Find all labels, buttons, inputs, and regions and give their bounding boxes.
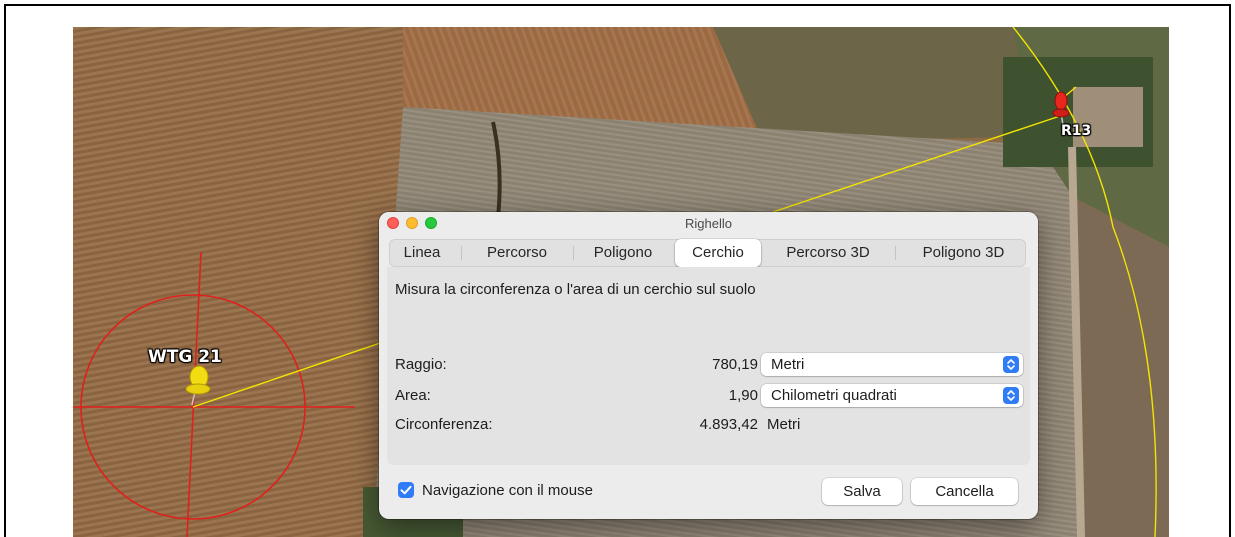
tab-poligono-3d[interactable]: Poligono 3D: [901, 239, 1026, 267]
tab-separator: [461, 246, 462, 260]
placemark-label-r13[interactable]: R13: [1061, 123, 1091, 139]
radius-value: 780,19: [712, 356, 758, 373]
tab-percorso[interactable]: Percorso: [467, 239, 567, 267]
tab-cerchio[interactable]: Cerchio: [675, 239, 761, 267]
area-value: 1,90: [728, 387, 758, 404]
placemark-label-wtg21[interactable]: WTG 21: [148, 347, 222, 367]
tab-percorso-3d[interactable]: Percorso 3D: [769, 239, 887, 267]
title-bar[interactable]: Righello: [379, 212, 1038, 234]
cancel-button[interactable]: Cancella: [911, 478, 1018, 505]
ruler-dialog: Righello Linea Percorso Poligono Cerchio…: [379, 212, 1038, 519]
area-unit-select[interactable]: Chilometri quadrati: [761, 384, 1023, 407]
circumference-unit: Metri: [767, 416, 801, 433]
circumference-value: 4.893,42: [699, 416, 758, 433]
radius-unit-select[interactable]: Metri: [761, 353, 1023, 376]
description-text: Misura la circonferenza o l'area di un c…: [395, 281, 756, 298]
window-title: Righello: [685, 216, 732, 231]
tab-bar: Linea Percorso Poligono Cerchio Percorso…: [389, 239, 1026, 267]
save-button[interactable]: Salva: [822, 478, 902, 505]
mouse-navigation-checkbox[interactable]: [398, 482, 414, 498]
area-label: Area:: [395, 387, 431, 404]
tab-separator: [573, 246, 574, 260]
radius-label: Raggio:: [395, 356, 447, 373]
measure-panel: Misura la circonferenza o l'area di un c…: [387, 267, 1030, 465]
mouse-navigation-label[interactable]: Navigazione con il mouse: [422, 482, 593, 499]
chevron-updown-icon: [1003, 356, 1019, 373]
tab-separator: [895, 246, 896, 260]
circumference-label: Circonferenza:: [395, 416, 493, 433]
tab-linea[interactable]: Linea: [389, 239, 455, 267]
chevron-updown-icon: [1003, 387, 1019, 404]
radius-unit-value: Metri: [771, 356, 805, 373]
area-unit-value: Chilometri quadrati: [771, 387, 897, 404]
checkmark-icon: [400, 485, 412, 495]
tab-poligono[interactable]: Poligono: [579, 239, 667, 267]
